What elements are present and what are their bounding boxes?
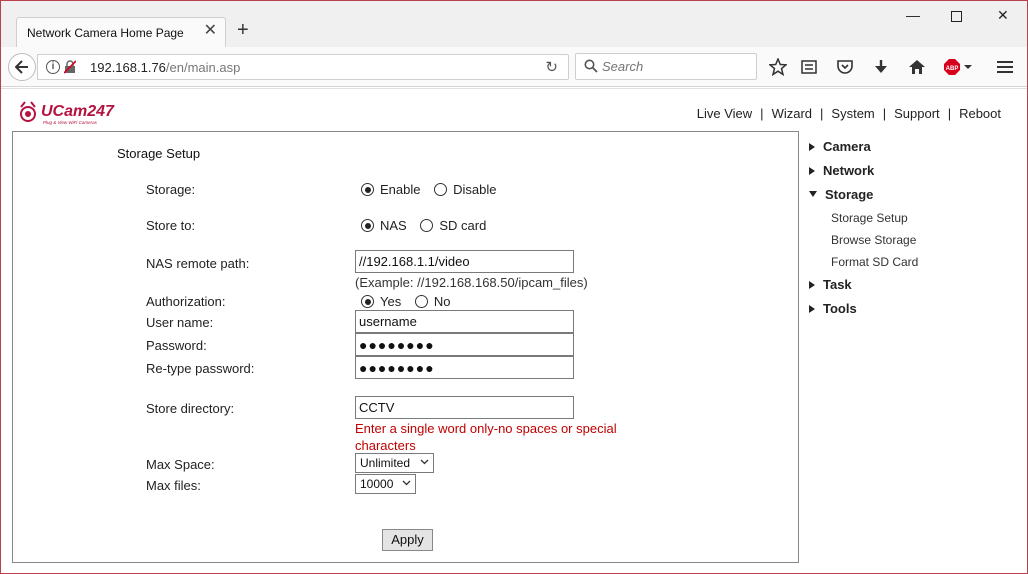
menu-task[interactable]: Task [809,277,852,292]
authorization-radio-group: Yes No [361,294,450,309]
nav-wizard[interactable]: Wizard [772,106,812,121]
authorization-label: Authorization: [146,294,226,309]
submenu-browse-storage[interactable]: Browse Storage [831,233,916,247]
expand-arrow-icon [809,305,815,313]
new-tab-icon[interactable]: + [237,20,249,40]
max-space-label: Max Space: [146,457,215,472]
svg-text:Plug & View WiFi Cameras: Plug & View WiFi Cameras [43,120,98,125]
store-to-radio-group: NAS SD card [361,218,486,233]
download-icon[interactable] [871,57,891,77]
pocket-icon[interactable] [835,57,855,77]
back-arrow-icon [15,60,28,74]
max-files-value: 10000 [360,477,394,491]
nav-separator: | [760,106,764,121]
nas-path-input[interactable] [355,250,574,273]
minimize-icon[interactable]: — [906,7,920,23]
password-label: Password: [146,338,207,353]
nas-path-example: (Example: //192.168.168.50/ipcam_files) [355,275,588,290]
nav-live-view[interactable]: Live View [697,106,752,121]
bookmarks-list-icon[interactable] [799,57,819,77]
collapse-arrow-icon [809,191,817,197]
address-bar[interactable]: i 192.168.1.76/en/main.asp ↻ [37,54,569,80]
home-icon[interactable] [907,57,927,77]
panel-title: Storage Setup [117,146,201,161]
url-text: 192.168.1.76/en/main.asp [90,60,241,75]
nav-separator: | [820,106,824,121]
store-directory-label: Store directory: [146,401,235,416]
insecure-lock-icon[interactable] [64,60,76,74]
svg-text:UCam247: UCam247 [41,103,115,120]
max-space-select[interactable]: Unlimited [355,453,434,473]
username-label: User name: [146,315,214,330]
menu-network[interactable]: Network [809,163,874,178]
menu-storage[interactable]: Storage [809,187,873,202]
menu-tools[interactable]: Tools [809,301,857,316]
window-close-icon[interactable]: ✕ [997,7,1009,24]
storage-enable-label: Enable [380,182,421,197]
svg-text:ABP: ABP [946,66,959,72]
search-icon [584,59,598,73]
tab-title: Network Camera Home Page [27,26,184,40]
store-to-label: Store to: [146,218,196,233]
submenu-format-sd-card[interactable]: Format SD Card [831,255,918,269]
expand-arrow-icon [809,281,815,289]
expand-arrow-icon [809,143,815,151]
browser-window: Network Camera Home Page ✕ + — ✕ i 192.1… [0,0,1028,574]
top-nav: Live View | Wizard | System | Support | Reboot [697,106,1001,121]
bookmark-star-icon[interactable] [768,57,788,77]
retype-password-label: Re-type password: [146,361,255,376]
info-icon[interactable]: i [46,60,60,74]
retype-password-input[interactable] [355,356,574,379]
auth-no-label: No [433,294,451,309]
auth-yes-label: Yes [380,294,402,309]
username-input[interactable] [355,310,574,333]
nav-support[interactable]: Support [894,106,940,121]
nav-toolbar: i 192.168.1.76/en/main.asp ↻ Search ABP [1,47,1027,87]
nas-path-label: NAS remote path: [146,256,250,271]
nav-reboot[interactable]: Reboot [959,106,1001,121]
browser-tab[interactable]: Network Camera Home Page ✕ [16,17,226,47]
max-files-select[interactable]: 10000 [355,474,416,494]
store-sd-label: SD card [439,218,487,233]
ucam247-logo: UCam247 Plug & View WiFi Cameras [20,101,115,125]
storage-enable-radio[interactable] [361,183,374,196]
chevron-down-icon [420,459,429,465]
nav-system[interactable]: System [831,106,874,121]
storage-disable-label: Disable [453,182,497,197]
store-nas-radio[interactable] [361,219,374,232]
store-directory-input[interactable] [355,396,574,419]
search-bar[interactable] [575,53,757,80]
back-button[interactable] [8,53,36,81]
storage-radio-group: Enable Disable [361,182,496,197]
nav-separator: | [882,106,887,121]
adblock-icon[interactable]: ABP [943,57,973,77]
tab-close-icon[interactable]: ✕ [204,23,217,39]
search-input[interactable] [602,59,752,74]
store-directory-error: Enter a single word only-no spaces or sp… [355,421,617,453]
max-files-label: Max files: [146,478,201,493]
page-content: UCam247 Plug & View WiFi Cameras Live Vi… [1,88,1027,573]
max-space-value: Unlimited [360,456,411,470]
storage-label: Storage: [146,182,196,197]
title-bar: Network Camera Home Page ✕ + — ✕ [1,1,1027,47]
submenu-storage-setup[interactable]: Storage Setup [831,211,908,225]
password-input[interactable] [355,333,574,356]
chevron-down-icon [402,480,411,486]
storage-setup-panel: Storage Setup Storage: Enable Disable St… [12,131,799,563]
maximize-icon[interactable] [951,9,962,25]
expand-arrow-icon [809,167,815,175]
hamburger-menu-icon[interactable] [995,57,1015,77]
auth-yes-radio[interactable] [361,295,374,308]
store-sd-radio[interactable] [420,219,434,232]
auth-no-radio[interactable] [414,295,428,308]
reload-icon[interactable]: ↻ [545,58,558,76]
nav-separator: | [947,106,952,121]
apply-button[interactable]: Apply [382,529,433,551]
storage-disable-radio[interactable] [434,183,448,196]
menu-camera[interactable]: Camera [809,139,871,154]
store-nas-label: NAS [380,218,407,233]
